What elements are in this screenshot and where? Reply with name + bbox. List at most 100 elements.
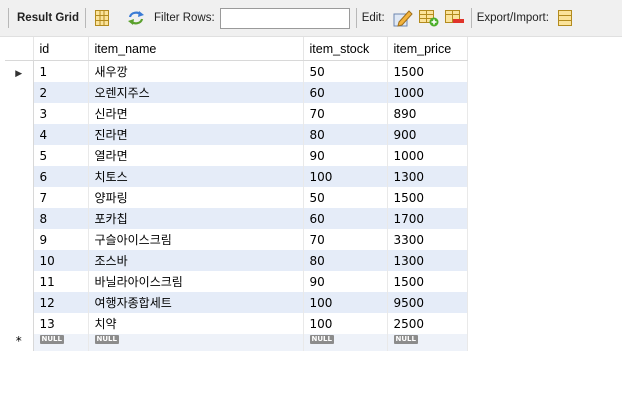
row-marker [5,103,34,124]
cell-item-price[interactable]: 1000 [387,145,468,166]
table-row[interactable]: 13 치약 100 2500 [5,313,468,334]
cell-item-price[interactable]: 890 [387,103,468,124]
cell-item-name[interactable]: 여행자종합세트 [88,292,304,313]
result-table: id item_name item_stock item_price ▶ 1 새우깡… [5,37,468,351]
cell-item-name[interactable]: 구슬아이스크림 [88,229,304,250]
grid-view-icon[interactable] [92,8,112,28]
table-row[interactable]: 9 구슬아이스크림 70 3300 [5,229,468,250]
table-row[interactable]: 8 포카칩 60 1700 [5,208,468,229]
row-marker [5,271,34,292]
column-header-item-name[interactable]: item_name [88,37,304,61]
cell-item-name[interactable]: 신라면 [88,103,304,124]
cell-item-stock[interactable]: 60 [303,82,388,103]
cell-item-price[interactable]: 1300 [387,166,468,187]
cell-id[interactable]: 13 [33,313,89,334]
row-marker [5,208,34,229]
cell-id[interactable]: 4 [33,124,89,145]
current-row-arrow-icon: ▶ [15,68,23,79]
cell-item-name[interactable]: 오렌지주스 [88,82,304,103]
export-icon[interactable] [555,8,575,28]
cell-id[interactable]: 3 [33,103,89,124]
table-row[interactable]: 4 진라면 80 900 [5,124,468,145]
cell-item-price[interactable]: 900 [387,124,468,145]
cell-item-stock[interactable]: 100 [303,292,388,313]
header-row: id item_name item_stock item_price [5,37,468,61]
cell-id[interactable]: 1 [33,60,89,82]
row-marker [5,313,34,334]
cell-item-price[interactable]: 1000 [387,82,468,103]
cell-id[interactable]: 9 [33,229,89,250]
null-badge: NULL [39,335,64,344]
cell-item-name[interactable]: 진라면 [88,124,304,145]
table-row[interactable]: 2 오렌지주스 60 1000 [5,82,468,103]
delete-row-icon[interactable] [444,8,465,28]
table-row[interactable]: 5 열라면 90 1000 [5,145,468,166]
cell-item-price[interactable]: 9500 [387,292,468,313]
cell-item-stock[interactable]: 90 [303,145,388,166]
cell-item-stock[interactable]: 60 [303,208,388,229]
cell-item-stock[interactable]: 70 [303,229,388,250]
row-marker [5,250,34,271]
cell-item-stock[interactable]: 80 [303,250,388,271]
cell-item-name[interactable]: 열라면 [88,145,304,166]
cell-item-name[interactable]: 양파링 [88,187,304,208]
cell-item-price[interactable]: 2500 [387,313,468,334]
null-cell[interactable]: NULL [303,334,388,351]
result-grid-tab[interactable]: Result Grid [17,12,79,24]
column-header-id[interactable]: id [33,37,89,61]
row-marker [5,166,34,187]
toolbar-separator [355,8,357,28]
table-row[interactable]: 10 조스바 80 1300 [5,250,468,271]
cell-item-stock[interactable]: 80 [303,124,388,145]
cell-item-stock[interactable]: 90 [303,271,388,292]
cell-item-price[interactable]: 1500 [387,187,468,208]
null-cell[interactable]: NULL [387,334,468,351]
cell-id[interactable]: 2 [33,82,89,103]
filter-rows-input[interactable] [219,7,350,29]
cell-id[interactable]: 8 [33,208,89,229]
column-header-item-stock[interactable]: item_stock [303,37,388,61]
table-row[interactable]: 12 여행자종합세트 100 9500 [5,292,468,313]
null-cell[interactable]: NULL [88,334,304,351]
cell-item-name[interactable]: 조스바 [88,250,304,271]
cell-item-name[interactable]: 새우깡 [88,60,304,82]
cell-item-name[interactable]: 치토스 [88,166,304,187]
null-badge: NULL [393,335,418,344]
cell-item-stock[interactable]: 50 [303,187,388,208]
cell-item-price[interactable]: 3300 [387,229,468,250]
refresh-icon[interactable] [126,8,146,28]
cell-item-price[interactable]: 1500 [387,271,468,292]
cell-item-name[interactable]: 바닐라아이스크림 [88,271,304,292]
add-row-icon[interactable] [418,8,439,28]
cell-id[interactable]: 12 [33,292,89,313]
grid-body: ▶ 1 새우깡 50 1500 2 오렌지주스 60 1000 3 신라면 70 890 4 진라면 80 90… [5,60,468,351]
cell-id[interactable]: 11 [33,271,89,292]
cell-item-price[interactable]: 1700 [387,208,468,229]
table-row[interactable]: 7 양파링 50 1500 [5,187,468,208]
edit-row-icon[interactable] [393,8,413,28]
cell-id[interactable]: 5 [33,145,89,166]
new-row[interactable]: * NULL NULL NULL NULL [5,334,468,351]
cell-id[interactable]: 6 [33,166,89,187]
cell-item-name[interactable]: 포카칩 [88,208,304,229]
cell-item-price[interactable]: 1300 [387,250,468,271]
table-row[interactable]: 6 치토스 100 1300 [5,166,468,187]
export-import-label: Export/Import: [476,12,549,24]
cell-item-stock[interactable]: 50 [303,60,388,82]
cell-id[interactable]: 10 [33,250,89,271]
cell-id[interactable]: 7 [33,187,89,208]
row-marker [5,82,34,103]
cell-item-stock[interactable]: 70 [303,103,388,124]
table-row[interactable]: 11 바닐라아이스크림 90 1500 [5,271,468,292]
row-marker [5,187,34,208]
cell-item-stock[interactable]: 100 [303,313,388,334]
cell-item-name[interactable]: 치약 [88,313,304,334]
cell-item-stock[interactable]: 100 [303,166,388,187]
cell-item-price[interactable]: 1500 [387,60,468,82]
null-cell[interactable]: NULL [33,334,89,351]
null-badge: NULL [309,335,334,344]
table-row[interactable]: 3 신라면 70 890 [5,103,468,124]
table-row[interactable]: ▶ 1 새우깡 50 1500 [5,60,468,82]
edit-label: Edit: [361,12,385,24]
column-header-item-price[interactable]: item_price [387,37,468,61]
